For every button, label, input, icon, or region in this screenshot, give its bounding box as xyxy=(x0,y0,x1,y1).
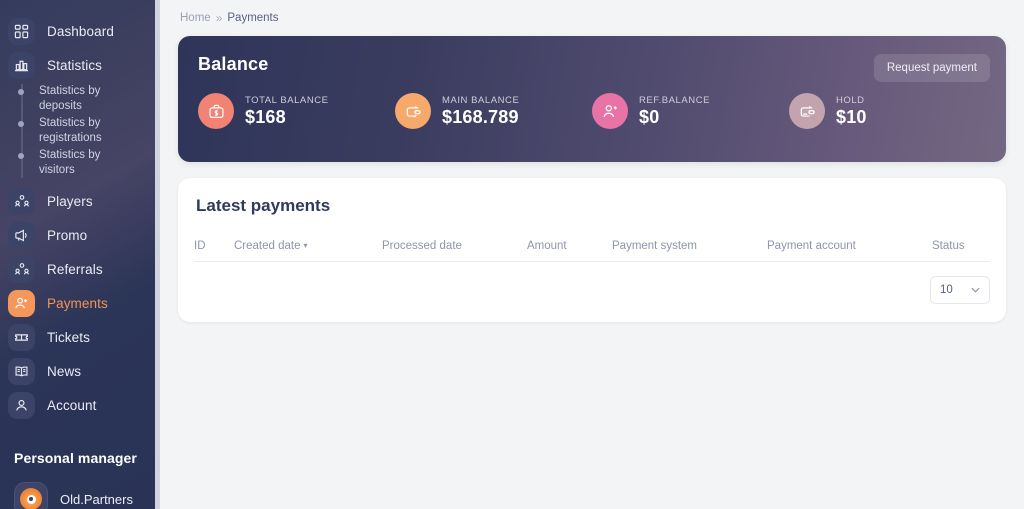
sidebar-subitem-statistics-by-deposits[interactable]: Statistics by deposits xyxy=(0,84,160,114)
sidebar-item-label: Promo xyxy=(47,227,88,243)
wallet-icon xyxy=(395,93,431,129)
sort-descending-icon: ▾ xyxy=(303,241,308,251)
sidebar-subitem-label: Statistics by registrations xyxy=(39,117,102,144)
stat-main-balance: MAIN BALANCE $168.789 xyxy=(395,93,592,129)
breadcrumb-current: Payments xyxy=(227,12,279,24)
sidebar-item-news[interactable]: News xyxy=(0,354,160,388)
column-header-payment-system[interactable]: Payment system xyxy=(612,231,767,262)
sidebar-item-label: Tickets xyxy=(47,329,90,345)
personal-manager-heading: Personal manager xyxy=(14,450,137,466)
stat-total-balance: TOTAL BALANCE $168 xyxy=(198,93,395,129)
table-header-row: ID Created date ▾ Processed date Amount P… xyxy=(194,231,990,262)
referrals-network-icon xyxy=(8,255,35,283)
stat-text: REF.BALANCE $0 xyxy=(639,95,710,128)
person-plus-icon xyxy=(592,93,628,129)
column-header-status[interactable]: Status xyxy=(932,231,990,262)
breadcrumb-home-link[interactable]: Home xyxy=(180,12,211,24)
request-payment-button[interactable]: Request payment xyxy=(873,54,990,82)
per-page-value: 10 xyxy=(940,284,953,296)
stat-text: MAIN BALANCE $168.789 xyxy=(442,95,519,128)
sidebar-subitem-label: Statistics by deposits xyxy=(39,85,101,112)
stat-text: TOTAL BALANCE $168 xyxy=(245,95,329,128)
person-icon xyxy=(8,391,35,419)
sidebar-item-label: Account xyxy=(47,397,97,413)
column-header-id[interactable]: ID xyxy=(194,231,234,262)
statistics-submenu: Statistics by deposits Statistics by reg… xyxy=(0,82,160,184)
briefcase-dollar-icon xyxy=(198,93,234,129)
avatar xyxy=(14,482,48,509)
person-plus-icon xyxy=(8,289,35,317)
sidebar-item-label: News xyxy=(47,363,82,379)
bullet-dot-icon xyxy=(18,89,24,95)
payments-table-head: ID Created date ▾ Processed date Amount P… xyxy=(194,231,990,262)
stat-hold: HOLD $10 xyxy=(789,93,986,129)
sidebar-item-label: Referrals xyxy=(47,261,103,277)
sidebar-item-label: Statistics xyxy=(47,57,103,73)
sidebar-item-referrals[interactable]: Referrals xyxy=(0,252,160,286)
latest-payments-card: Latest payments ID Created date ▾ Process… xyxy=(178,178,1006,322)
card-wallet-icon xyxy=(789,93,825,129)
sidebar-subitem-label: Statistics by visitors xyxy=(39,149,101,176)
sidebar-subitem-statistics-by-visitors[interactable]: Statistics by visitors xyxy=(0,148,160,178)
sidebar-item-label: Players xyxy=(47,193,93,209)
stat-value: $168.789 xyxy=(442,106,519,127)
stat-value: $0 xyxy=(639,106,660,127)
personal-manager-name: Old.Partners xyxy=(60,491,133,507)
column-header-amount[interactable]: Amount xyxy=(527,231,612,262)
balance-card: Balance Request payment TOTAL BALANCE $1… xyxy=(178,36,1006,162)
chevron-down-icon xyxy=(971,285,980,296)
bullet-dot-icon xyxy=(18,153,24,159)
stat-label: TOTAL BALANCE xyxy=(245,94,329,106)
stat-text: HOLD $10 xyxy=(836,95,867,128)
sidebar-subitem-statistics-by-registrations[interactable]: Statistics by registrations xyxy=(0,116,160,146)
stat-label: HOLD xyxy=(836,94,865,106)
sidebar-item-statistics[interactable]: Statistics xyxy=(0,48,160,82)
stat-value: $10 xyxy=(836,106,867,127)
column-header-created-date[interactable]: Created date ▾ xyxy=(234,231,382,262)
app-root: Dashboard Statistics Statistics by depos… xyxy=(0,0,1024,509)
stat-label: REF.BALANCE xyxy=(639,94,710,106)
bullet-dot-icon xyxy=(18,121,24,127)
partner-logo-icon xyxy=(20,488,42,509)
sidebar-item-account[interactable]: Account xyxy=(0,388,160,422)
personal-manager-entry[interactable]: Old.Partners xyxy=(0,482,160,509)
per-page-select[interactable]: 10 xyxy=(930,276,990,304)
submenu-connector-line xyxy=(21,84,23,178)
table-footer: 10 xyxy=(194,262,990,304)
column-header-processed-date[interactable]: Processed date xyxy=(382,231,527,262)
stat-label: MAIN BALANCE xyxy=(442,94,520,106)
latest-payments-title: Latest payments xyxy=(196,196,331,215)
main-content: Home » Payments Balance Request payment xyxy=(160,0,1024,509)
open-book-icon xyxy=(8,357,35,385)
bar-chart-icon xyxy=(8,51,35,79)
column-header-payment-account[interactable]: Payment account xyxy=(767,231,932,262)
sidebar-item-tickets[interactable]: Tickets xyxy=(0,320,160,354)
sidebar-item-label: Payments xyxy=(47,295,108,311)
balance-title: Balance xyxy=(198,54,269,74)
stat-value: $168 xyxy=(245,106,286,127)
megaphone-icon xyxy=(8,221,35,249)
sidebar-item-promo[interactable]: Promo xyxy=(0,218,160,252)
breadcrumb: Home » Payments xyxy=(178,11,1006,25)
dashboard-grid-icon xyxy=(8,17,35,45)
sidebar-item-players[interactable]: Players xyxy=(0,184,160,218)
payments-table: ID Created date ▾ Processed date Amount P… xyxy=(194,231,990,262)
stat-ref-balance: REF.BALANCE $0 xyxy=(592,93,789,129)
sidebar-item-dashboard[interactable]: Dashboard xyxy=(0,14,160,48)
sidebar-item-payments[interactable]: Payments xyxy=(0,286,160,320)
players-network-icon xyxy=(8,187,35,215)
balance-stats-row: TOTAL BALANCE $168 MAIN BALANCE $168.789… xyxy=(198,93,986,129)
ticket-icon xyxy=(8,323,35,351)
sidebar: Dashboard Statistics Statistics by depos… xyxy=(0,0,160,509)
breadcrumb-separator-icon: » xyxy=(215,11,223,25)
sidebar-item-label: Dashboard xyxy=(47,23,114,39)
